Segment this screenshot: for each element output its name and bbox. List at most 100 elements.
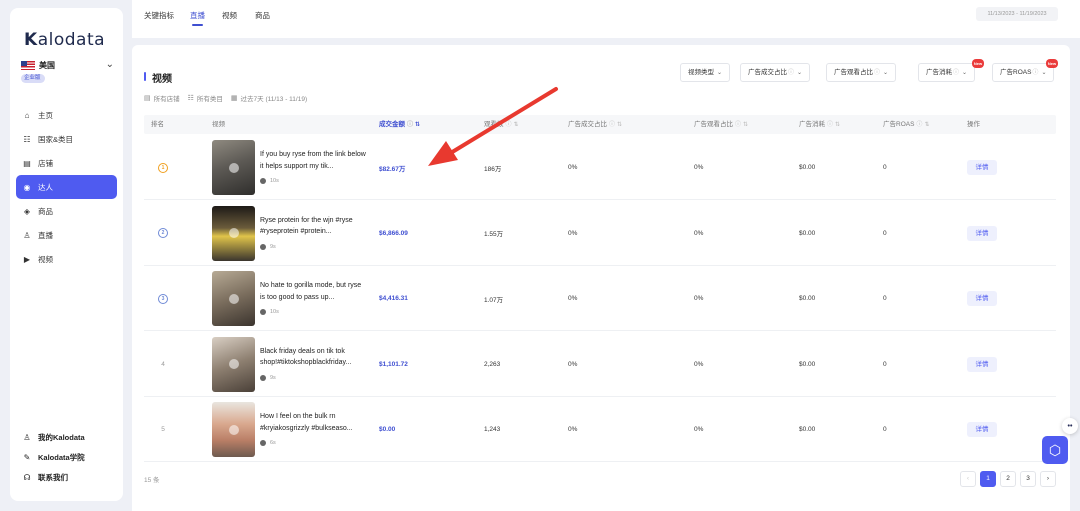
table-row[interactable]: 2 Ryse protein for the wjn #ryse #rysepro… [144, 201, 1056, 266]
sort-icon[interactable]: ⇅ [743, 122, 748, 128]
video-title[interactable]: No hate to gorilla mode, but ryse is too… [260, 280, 368, 303]
filter-0[interactable]: ▤ 所有店铺 [144, 93, 180, 103]
sidebar-bottom-item-0[interactable]: ♙ 我的Kalodata [16, 427, 117, 447]
sort-icon[interactable]: ⇅ [835, 122, 840, 128]
column-label: 观看数 [484, 121, 504, 128]
detail-button[interactable]: 详情 [967, 160, 997, 175]
video-title[interactable]: If you buy ryse from the link below it h… [260, 149, 368, 172]
sort-icon[interactable]: ⇅ [617, 122, 622, 128]
column-header-2[interactable]: 成交金额 ⓘ ⇅ [379, 115, 420, 135]
sidebar-bottom-item-1[interactable]: ✎ Kalodata学院 [16, 447, 117, 467]
sidebar-item-5[interactable]: ♙ 直播 [16, 223, 117, 247]
column-label: 广告成交占比 [568, 121, 607, 128]
tab-0[interactable]: 关键指标 [144, 10, 174, 21]
play-icon [228, 162, 239, 173]
detail-button[interactable]: 详情 [967, 225, 997, 241]
dropdown-label: 视频类型 [688, 69, 714, 76]
roas-cell: 0 [883, 201, 887, 266]
dropdown-2[interactable]: 广告观看占比ⓘ ⌄ [826, 63, 897, 82]
sidebar-item-0[interactable]: ⌂ 主页 [16, 103, 117, 127]
info-icon: ⓘ [788, 70, 795, 76]
detail-button[interactable]: 详情 [967, 291, 997, 306]
column-header-3[interactable]: 观看数 ⓘ ⇅ [484, 115, 519, 135]
medal-icon: 3 [158, 293, 168, 304]
user-icon: ♙ [23, 432, 31, 442]
page-button[interactable]: 3 [1020, 471, 1036, 487]
filter-label: 所有类目 [196, 96, 223, 103]
column-header-4[interactable]: 广告成交占比 ⓘ ⇅ [568, 115, 622, 135]
country-selector[interactable]: 美国 ⌄ 企业版 [21, 59, 116, 89]
column-header-1: 视频 [212, 115, 225, 134]
prev-page-button[interactable]: ‹ [960, 471, 976, 487]
date-range-picker[interactable]: 11/13/2023 - 11/19/2023 [976, 7, 1058, 21]
views-cell: 186万 [484, 135, 501, 200]
column-header-6[interactable]: 广告消耗 ⓘ ⇅ [799, 115, 840, 135]
sidebar-item-label: 我的Kalodata [38, 432, 85, 442]
dropdown-0[interactable]: 视频类型 ⌄ [680, 63, 731, 82]
dropdown-3[interactable]: 广告消耗ⓘ ⌄ [918, 63, 976, 82]
sort-icon[interactable]: ⇅ [514, 122, 519, 128]
views-value: 1.07万 [484, 296, 504, 304]
sidebar-item-1[interactable]: ☷ 国家&类目 [16, 127, 117, 151]
table-row[interactable]: 3 No hate to gorilla mode, but ryse is to… [144, 266, 1056, 331]
play-icon [228, 293, 239, 304]
tab-2[interactable]: 视频 [222, 10, 237, 21]
ad-sales-value: 0% [568, 295, 578, 302]
table-row[interactable]: 5 How I feel on the bulk rn #kryiakosgriz… [144, 397, 1056, 462]
ad-sales-cell: 0% [568, 135, 577, 200]
ad-views-value: 0% [694, 229, 704, 237]
sidebar-item-6[interactable]: ▶ 视频 [16, 247, 117, 271]
page-button[interactable]: 1 [980, 471, 996, 487]
academy-icon: ✎ [23, 452, 31, 462]
roas-value: 0 [883, 295, 887, 302]
table-row[interactable]: 1 If you buy ryse from the link below it … [144, 135, 1056, 200]
roas-value: 0 [883, 229, 887, 237]
column-header-5[interactable]: 广告观看占比 ⓘ ⇅ [694, 115, 748, 135]
next-page-button[interactable]: › [1040, 471, 1056, 487]
sort-icon[interactable]: ⇅ [415, 122, 420, 128]
video-title[interactable]: How I feel on the bulk rn #kryiakosgrizz… [260, 411, 368, 434]
rank-cell: 4 [153, 332, 173, 397]
kalodata-logo[interactable]: Kalodata [24, 30, 105, 50]
sidebar-bottom-item-2[interactable]: ☊ 联系我们 [16, 467, 117, 487]
column-label: 操作 [967, 121, 980, 128]
rank-cell: 5 [153, 397, 173, 462]
video-thumbnail[interactable] [212, 205, 255, 261]
action-cell: 详情 [967, 135, 997, 200]
views-value: 1.55万 [484, 231, 504, 238]
filter-1[interactable]: ☷ 所有类目 [188, 93, 223, 103]
page-button[interactable]: 2 [1000, 471, 1016, 487]
ad-spend-cell: $0.00 [799, 332, 815, 397]
detail-button[interactable]: 详情 [967, 356, 997, 372]
views-cell: 1.55万 [484, 201, 503, 266]
clock-icon [260, 243, 266, 250]
chevron-down-icon: ⌄ [883, 70, 889, 76]
sidebar-item-2[interactable]: ▤ 店铺 [16, 151, 117, 175]
video-thumbnail[interactable] [212, 402, 255, 457]
tab-3[interactable]: 商品 [255, 10, 270, 21]
sidebar-bottom-nav: ♙ 我的Kalodata ✎ Kalodata学院 ☊ 联系我们 [16, 427, 117, 487]
category-icon: ☷ [187, 95, 194, 102]
ad-spend-cell: $0.00 [799, 397, 815, 462]
sidebar-item-4[interactable]: ◈ 商品 [16, 199, 117, 223]
detail-button[interactable]: 详情 [967, 422, 997, 437]
filter-label: 所有店铺 [153, 96, 180, 103]
video-title[interactable]: Ryse protein for the wjn #ryse #ryseprot… [260, 215, 368, 238]
sidebar-item-3[interactable]: ◉ 达人 [16, 175, 117, 199]
chat-bot-icon[interactable]: •• [1062, 418, 1078, 434]
info-icon: ⓘ [827, 122, 834, 128]
us-flag-icon [21, 61, 35, 70]
table-row[interactable]: 4 Black friday deals on tik tok shop!#tik… [144, 332, 1056, 397]
video-thumbnail[interactable] [212, 336, 255, 392]
video-thumbnail[interactable] [212, 140, 255, 195]
video-title[interactable]: Black friday deals on tik tok shop!#tikt… [260, 346, 368, 369]
dropdown-1[interactable]: 广告成交占比ⓘ ⌄ [740, 63, 811, 82]
filter-2[interactable]: ▦ 过去7天 (11/13 - 11/19) [231, 93, 307, 103]
video-thumbnail[interactable] [212, 271, 255, 326]
tab-1[interactable]: 直播 [190, 10, 205, 26]
sort-icon[interactable]: ⇅ [924, 122, 929, 128]
ad-views-value: 0% [694, 295, 704, 302]
dropdown-4[interactable]: 广告ROASⓘ ⌄ [992, 63, 1055, 82]
column-header-7[interactable]: 广告ROAS ⓘ ⇅ [883, 115, 929, 135]
cube-help-icon[interactable]: ⬡ [1042, 436, 1068, 464]
